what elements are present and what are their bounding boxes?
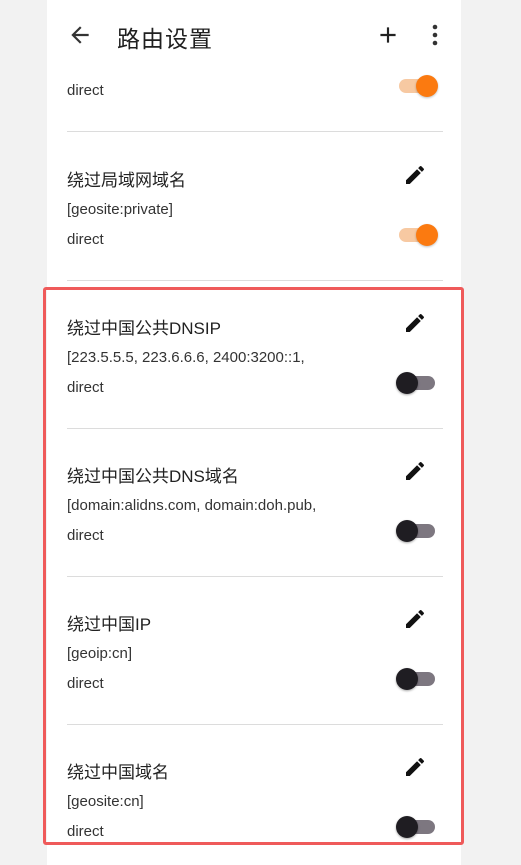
rule-name: 绕过局域网域名 bbox=[67, 171, 186, 190]
more-vert-icon[interactable] bbox=[425, 22, 445, 48]
rule-outbound: direct bbox=[67, 231, 104, 248]
pencil-icon[interactable] bbox=[403, 459, 427, 483]
arrow-back-icon[interactable] bbox=[67, 22, 93, 48]
switch-thumb bbox=[416, 75, 438, 97]
rule-domain: [geosite:cn] bbox=[67, 793, 144, 810]
switch-thumb bbox=[396, 668, 418, 690]
rule-enable-switch[interactable] bbox=[395, 220, 439, 250]
rule-name: 绕过中国公共DNSIP bbox=[67, 319, 221, 338]
rule-outbound: direct bbox=[67, 823, 104, 840]
switch-thumb bbox=[396, 520, 418, 542]
switch-thumb bbox=[416, 224, 438, 246]
rule-enable-switch[interactable] bbox=[395, 368, 439, 398]
rule-domain: [geosite:private] bbox=[67, 201, 173, 218]
pencil-icon[interactable] bbox=[403, 163, 427, 187]
routing-settings-screen: 路由设置 direct 绕过局域网域名 [geosite:private] di… bbox=[47, 0, 461, 865]
switch-thumb bbox=[396, 372, 418, 394]
rule-item[interactable]: 绕过中国公共DNSIP [223.5.5.5, 223.6.6.6, 2400:… bbox=[47, 280, 461, 429]
rule-outbound: direct bbox=[67, 675, 104, 692]
pencil-icon[interactable] bbox=[403, 755, 427, 779]
rule-outbound: direct bbox=[67, 82, 104, 99]
pencil-icon[interactable] bbox=[403, 311, 427, 335]
rule-item[interactable]: 绕过中国域名 [geosite:cn] direct bbox=[47, 724, 461, 865]
rule-name: 绕过中国IP bbox=[67, 615, 152, 634]
rule-domain: [domain:alidns.com, domain:doh.pub, bbox=[67, 497, 317, 514]
rule-enable-switch[interactable] bbox=[395, 516, 439, 546]
switch-thumb bbox=[396, 816, 418, 838]
rule-item[interactable]: 绕过局域网域名 [geosite:private] direct bbox=[47, 132, 461, 281]
app-bar: 路由设置 bbox=[47, 0, 461, 70]
rule-enable-switch[interactable] bbox=[395, 664, 439, 694]
page-title: 路由设置 bbox=[117, 26, 213, 52]
rule-outbound: direct bbox=[67, 527, 104, 544]
rule-enable-switch[interactable] bbox=[395, 71, 439, 101]
rule-enable-switch[interactable] bbox=[395, 812, 439, 842]
rule-item[interactable]: 绕过中国公共DNS域名 [domain:alidns.com, domain:d… bbox=[47, 428, 461, 577]
rule-name: 绕过中国域名 bbox=[67, 763, 169, 782]
plus-icon[interactable] bbox=[375, 22, 401, 48]
rule-item[interactable]: 绕过中国IP [geoip:cn] direct bbox=[47, 576, 461, 725]
rule-outbound: direct bbox=[67, 379, 104, 396]
rule-domain: [geoip:cn] bbox=[67, 645, 133, 662]
rule-name: 绕过中国公共DNS域名 bbox=[67, 467, 239, 486]
rule-domain: [223.5.5.5, 223.6.6.6, 2400:3200::1, bbox=[67, 349, 305, 366]
pencil-icon[interactable] bbox=[403, 607, 427, 631]
